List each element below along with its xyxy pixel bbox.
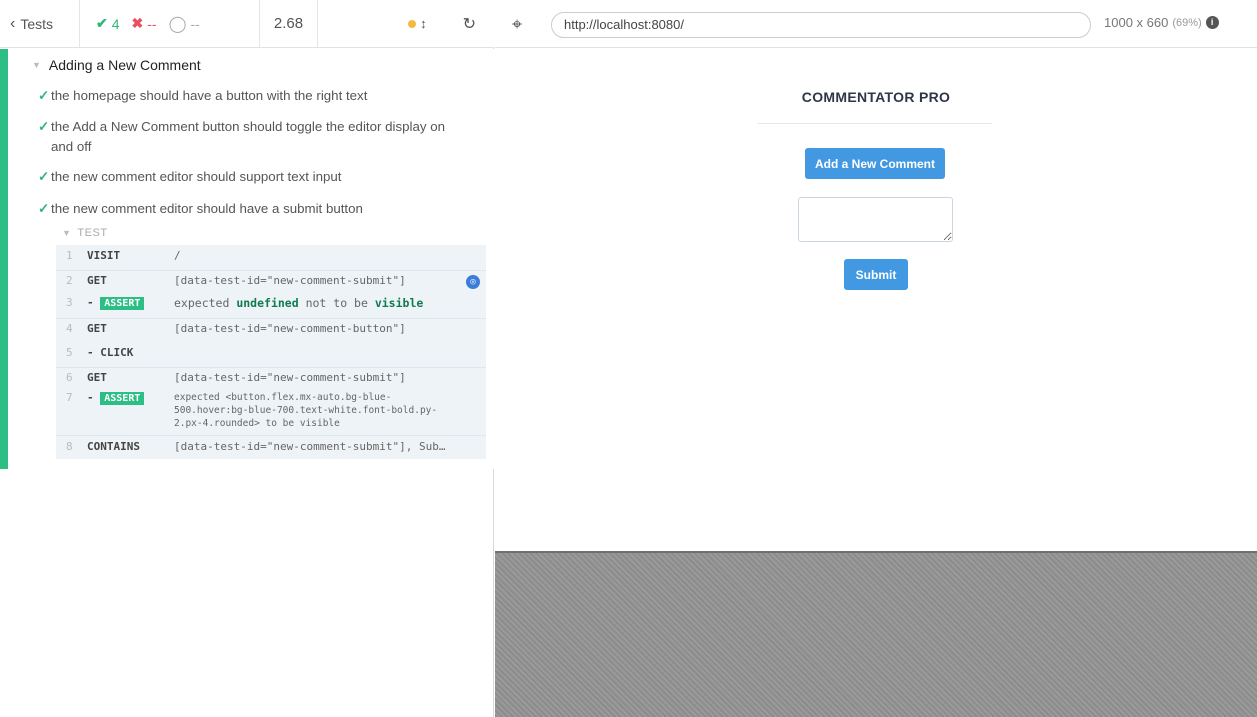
pending-circle-icon: ◯ xyxy=(168,15,187,33)
test-item[interactable]: ✓ the homepage should have a button with… xyxy=(38,86,468,106)
caret-down-icon: ▼ xyxy=(32,60,41,70)
test-item[interactable]: ✓ the new comment editor should support … xyxy=(38,167,468,187)
viewport-size: 1000 x 660 (69%) i xyxy=(1104,15,1219,30)
check-icon: ✓ xyxy=(38,169,50,184)
command-row[interactable]: 4 GET [data-test-id="new-comment-button"… xyxy=(56,322,486,340)
passed-stat[interactable]: ✔ 4 xyxy=(96,15,120,32)
test-item-active[interactable]: ✓ the new comment editor should have a s… xyxy=(38,199,468,219)
back-to-tests-button[interactable]: ‹ Tests xyxy=(0,0,80,47)
app-frame: COMMENTATOR PRO Add a New Comment Submit xyxy=(495,49,1257,551)
command-row[interactable]: 1 VISIT / xyxy=(56,249,486,267)
failed-stat[interactable]: ✖ -- xyxy=(132,15,157,32)
command-row[interactable]: 5 - CLICK xyxy=(56,346,486,364)
check-icon: ✓ xyxy=(38,201,50,216)
app-preview-panel: ⌖ http://localhost:8080/ 1000 x 660 (69%… xyxy=(495,0,1257,717)
check-icon: ✔ xyxy=(96,15,108,31)
command-row[interactable]: 6 GET [data-test-id="new-comment-submit"… xyxy=(56,371,486,389)
duration: 2.68 xyxy=(260,0,318,47)
info-icon[interactable]: i xyxy=(1205,16,1219,29)
viewport-background xyxy=(495,551,1257,717)
divider xyxy=(758,123,992,124)
command-row[interactable]: 3 - ASSERT expected undefined not to be … xyxy=(56,296,486,314)
add-comment-button[interactable]: Add a New Comment xyxy=(805,148,945,179)
check-icon: ✓ xyxy=(38,88,50,103)
assert-badge: ASSERT xyxy=(100,392,145,405)
check-icon: ✓ xyxy=(38,119,50,134)
auto-scroll-toggle[interactable]: ↕ xyxy=(408,16,427,31)
test-runner-panel: ‹ Tests ✔ 4 ✖ -- ◯ -- 2.68 ↕ ↻ ▼ Adding … xyxy=(0,0,494,717)
command-section-header[interactable]: ▼ TEST xyxy=(62,227,108,239)
command-row[interactable]: 8 CONTAINS [data-test-id="new-comment-su… xyxy=(56,440,486,458)
comment-textarea[interactable] xyxy=(798,197,953,242)
chevron-left-icon: ‹ xyxy=(10,14,16,32)
back-label: Tests xyxy=(20,15,54,32)
command-log: 1 VISIT / 2 GET [data-test-id="new-comme… xyxy=(56,245,486,459)
selector-playground-icon[interactable]: ⌖ xyxy=(512,14,522,35)
app-title: COMMENTATOR PRO xyxy=(801,89,951,105)
url-display[interactable]: http://localhost:8080/ xyxy=(551,12,1091,38)
command-row[interactable]: 7 - ASSERT expected <button.flex.mx-auto… xyxy=(56,391,486,433)
passed-count: 4 xyxy=(111,15,120,32)
pending-stat[interactable]: ◯ -- xyxy=(169,14,200,34)
runner-controls: ↕ ↻ xyxy=(318,0,494,47)
caret-down-icon: ▼ xyxy=(62,228,72,238)
vertical-arrows-icon: ↕ xyxy=(420,16,427,31)
restart-icon[interactable]: ↻ xyxy=(463,14,476,34)
pending-count: -- xyxy=(190,15,200,32)
assert-badge: ASSERT xyxy=(100,297,145,310)
assert-message: expected undefined not to be visible xyxy=(174,296,424,310)
pin-icon[interactable]: ◎ xyxy=(466,275,480,289)
status-dot-icon xyxy=(408,19,417,28)
test-item[interactable]: ✓ the Add a New Comment button should to… xyxy=(38,117,468,157)
failed-count: -- xyxy=(147,15,157,32)
url-bar: ⌖ http://localhost:8080/ 1000 x 660 (69%… xyxy=(495,0,1257,48)
test-stats: ✔ 4 ✖ -- ◯ -- xyxy=(80,0,260,47)
assert-message: expected <button.flex.mx-auto.bg-blue- 5… xyxy=(174,392,438,429)
suite-title[interactable]: ▼ Adding a New Comment xyxy=(32,57,201,73)
command-row[interactable]: 2 GET [data-test-id="new-comment-submit"… xyxy=(56,274,486,292)
runner-header: ‹ Tests ✔ 4 ✖ -- ◯ -- 2.68 ↕ ↻ xyxy=(0,0,494,48)
test-tree: ▼ Adding a New Comment ✓ the homepage sh… xyxy=(0,49,494,469)
x-icon: ✖ xyxy=(131,15,144,31)
submit-button[interactable]: Submit xyxy=(844,259,908,290)
